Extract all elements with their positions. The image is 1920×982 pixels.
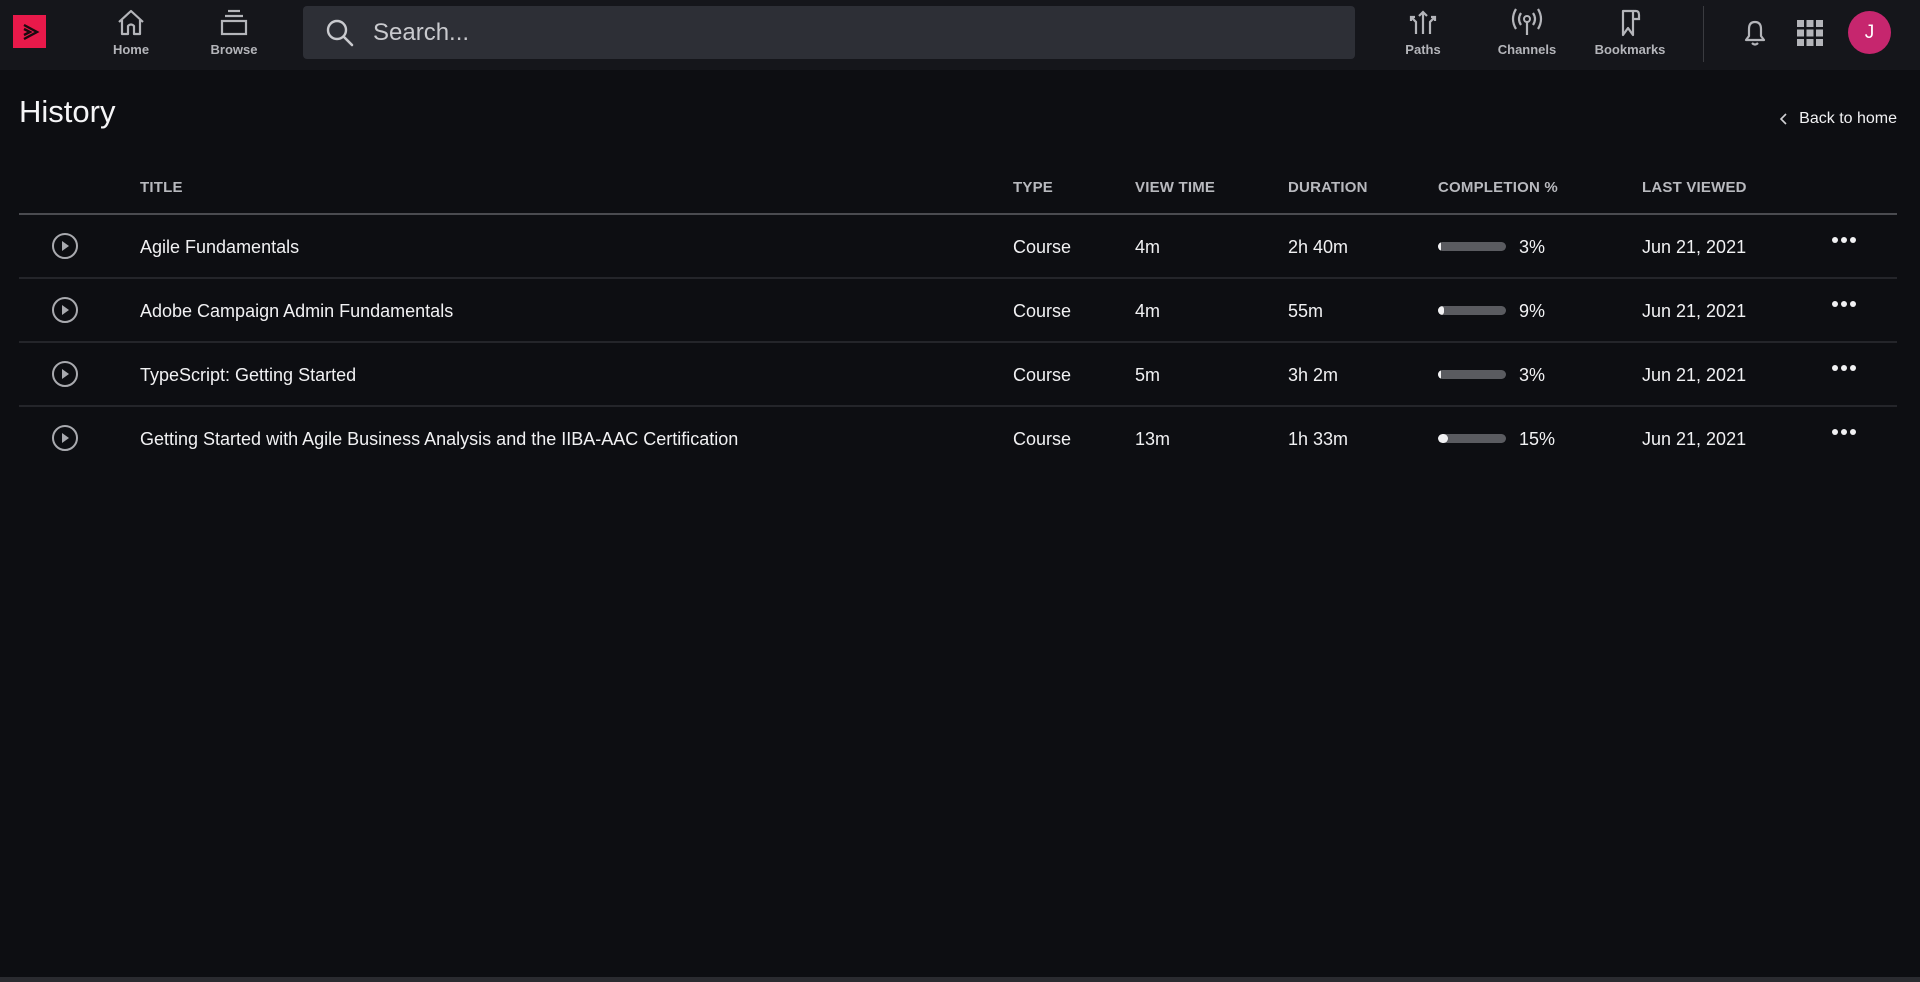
row-duration: 2h 40m bbox=[1288, 237, 1349, 257]
apps-menu-button[interactable] bbox=[1792, 15, 1828, 51]
row-completion-label: 3% bbox=[1519, 237, 1546, 257]
header-title[interactable]: TITLE bbox=[140, 179, 183, 196]
search-icon bbox=[325, 18, 355, 48]
row-title[interactable]: Adobe Campaign Admin Fundamentals bbox=[140, 301, 453, 322]
row-duration: 55m bbox=[1288, 301, 1324, 321]
row-view-time: 5m bbox=[1135, 365, 1161, 385]
row-view-time: 13m bbox=[1135, 429, 1171, 449]
back-to-home-label: Back to home bbox=[1799, 110, 1897, 127]
more-dots-icon bbox=[1832, 429, 1838, 435]
play-circle-icon[interactable] bbox=[51, 360, 79, 388]
row-title[interactable]: Agile Fundamentals bbox=[140, 237, 299, 258]
table-header: TITLE TYPE VIEW TIME DURATION COMPLETION… bbox=[19, 170, 1897, 215]
nav-bookmarks-label: Bookmarks bbox=[1594, 42, 1666, 57]
nav-browse-button[interactable]: Browse bbox=[206, 6, 262, 62]
bell-icon bbox=[1744, 20, 1766, 46]
back-to-home-link[interactable]: Back to home bbox=[1779, 110, 1897, 128]
table-row: Getting Started with Agile Business Anal… bbox=[19, 407, 1897, 469]
more-dots-icon bbox=[1832, 237, 1838, 243]
nav-bookmarks-button[interactable]: Bookmarks bbox=[1594, 6, 1666, 62]
completion-progress-fill bbox=[1438, 242, 1441, 251]
paths-icon bbox=[1409, 10, 1437, 34]
nav-paths-button[interactable]: Paths bbox=[1404, 6, 1442, 62]
top-navigation-bar: Home Browse Paths bbox=[0, 0, 1920, 70]
completion-progress-fill bbox=[1438, 434, 1449, 443]
more-dots-icon bbox=[1832, 301, 1838, 307]
user-avatar[interactable]: J bbox=[1848, 11, 1891, 54]
row-type: Course bbox=[1013, 301, 1072, 321]
nav-home-label: Home bbox=[112, 42, 150, 57]
nav-paths-label: Paths bbox=[1405, 42, 1441, 57]
page-title: History bbox=[19, 94, 116, 129]
row-duration: 3h 2m bbox=[1288, 365, 1339, 385]
row-type: Course bbox=[1013, 365, 1072, 385]
completion-progress-fill bbox=[1438, 306, 1445, 315]
history-table: TITLE TYPE VIEW TIME DURATION COMPLETION… bbox=[19, 170, 1897, 469]
row-type: Course bbox=[1013, 237, 1072, 257]
play-circle-icon[interactable] bbox=[51, 296, 79, 324]
more-options-button[interactable] bbox=[1829, 425, 1859, 439]
header-completion[interactable]: COMPLETION % bbox=[1438, 179, 1558, 196]
table-row: Agile Fundamentals Course 4m 2h 40m 3% J… bbox=[19, 215, 1897, 279]
nav-home-button[interactable]: Home bbox=[108, 6, 154, 62]
home-icon bbox=[118, 9, 144, 36]
completion-progress-bar bbox=[1438, 434, 1506, 443]
more-dots-icon bbox=[1832, 365, 1838, 371]
row-last-viewed: Jun 21, 2021 bbox=[1642, 365, 1747, 385]
row-view-time: 4m bbox=[1135, 301, 1161, 321]
more-options-button[interactable] bbox=[1829, 361, 1859, 375]
header-view-time[interactable]: VIEW TIME bbox=[1135, 179, 1215, 196]
completion-progress-bar bbox=[1438, 306, 1506, 315]
header-last-viewed[interactable]: LAST VIEWED bbox=[1642, 179, 1747, 196]
brand-logo[interactable] bbox=[13, 15, 46, 48]
bookmark-icon bbox=[1621, 9, 1641, 37]
avatar-initial: J bbox=[1864, 21, 1875, 43]
more-options-button[interactable] bbox=[1829, 297, 1859, 311]
play-circle-icon[interactable] bbox=[51, 424, 79, 452]
nav-channels-button[interactable]: Channels bbox=[1496, 6, 1558, 62]
nav-divider bbox=[1703, 6, 1704, 62]
play-logo-icon bbox=[22, 23, 40, 40]
row-title[interactable]: Getting Started with Agile Business Anal… bbox=[140, 429, 738, 450]
channels-broadcast-icon bbox=[1511, 8, 1543, 35]
search-input[interactable] bbox=[371, 17, 1275, 48]
row-completion-label: 15% bbox=[1519, 429, 1556, 449]
header-type[interactable]: TYPE bbox=[1013, 179, 1053, 196]
play-circle-icon[interactable] bbox=[51, 232, 79, 260]
horizontal-scrollbar[interactable] bbox=[0, 977, 1920, 982]
row-completion-label: 3% bbox=[1519, 365, 1546, 385]
row-type: Course bbox=[1013, 429, 1072, 449]
completion-progress-bar bbox=[1438, 370, 1506, 379]
row-last-viewed: Jun 21, 2021 bbox=[1642, 429, 1747, 449]
nav-channels-label: Channels bbox=[1497, 42, 1557, 57]
row-title[interactable]: TypeScript: Getting Started bbox=[140, 365, 356, 386]
table-row: TypeScript: Getting Started Course 5m 3h… bbox=[19, 343, 1897, 407]
apps-grid-icon bbox=[1797, 20, 1823, 46]
completion-progress-fill bbox=[1438, 370, 1441, 379]
completion-progress-bar bbox=[1438, 242, 1506, 251]
header-duration[interactable]: DURATION bbox=[1288, 179, 1368, 196]
nav-browse-label: Browse bbox=[210, 42, 258, 57]
more-options-button[interactable] bbox=[1829, 233, 1859, 247]
notifications-button[interactable] bbox=[1737, 15, 1773, 51]
row-view-time: 4m bbox=[1135, 237, 1161, 257]
row-last-viewed: Jun 21, 2021 bbox=[1642, 301, 1747, 321]
row-duration: 1h 33m bbox=[1288, 429, 1349, 449]
table-row: Adobe Campaign Admin Fundamentals Course… bbox=[19, 279, 1897, 343]
browse-stack-icon bbox=[220, 9, 248, 36]
chevron-left-icon bbox=[1779, 111, 1789, 127]
search-box[interactable] bbox=[303, 6, 1355, 59]
row-completion-label: 9% bbox=[1519, 301, 1546, 321]
row-last-viewed: Jun 21, 2021 bbox=[1642, 237, 1747, 257]
